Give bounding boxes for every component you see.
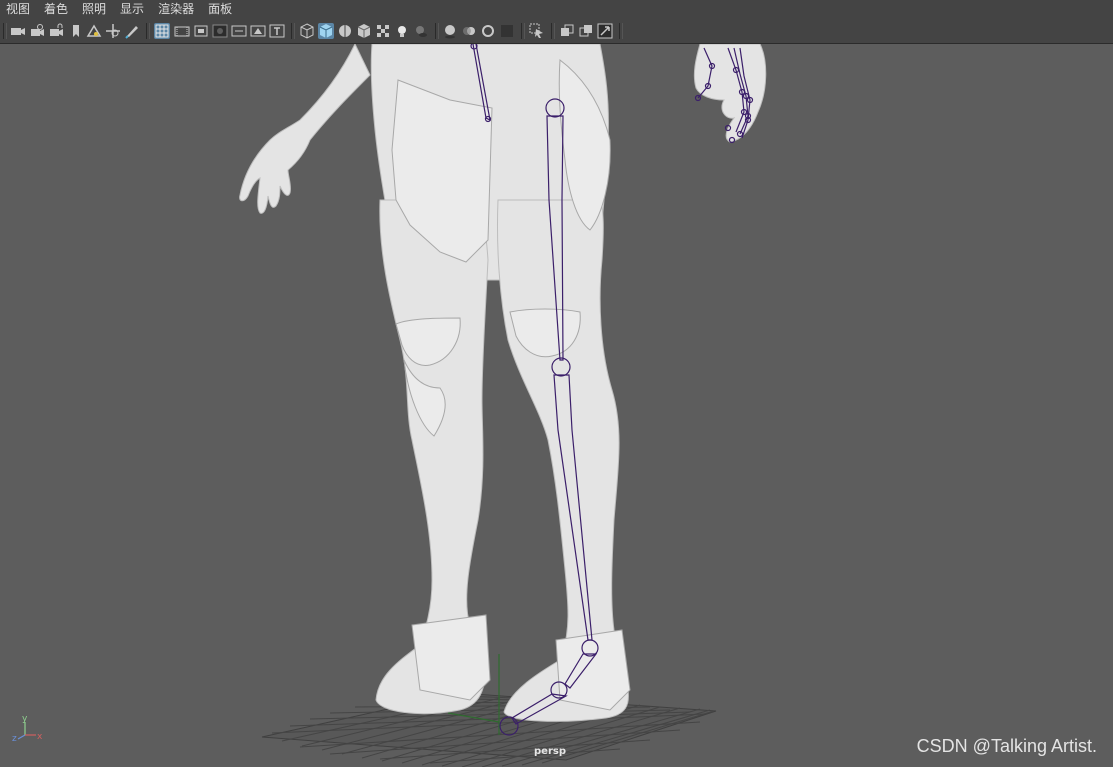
model-boot-right [555, 629, 631, 711]
2d-pan-zoom-icon[interactable] [105, 23, 121, 39]
xray-joints-icon[interactable] [578, 23, 594, 39]
axis-label-x: x [37, 732, 43, 742]
model-boot-left [411, 614, 491, 701]
viewport-scene[interactable]: y x z [0, 44, 1113, 767]
menu-shading[interactable]: 着色 [37, 0, 75, 19]
default-material-icon[interactable] [356, 23, 372, 39]
toolbar-separator [521, 23, 525, 39]
camera-lock-icon[interactable] [49, 23, 65, 39]
model-left-arm [239, 44, 371, 214]
toolbar-separator [551, 23, 555, 39]
panel-toolbar [0, 19, 1113, 44]
toolbar-separator [619, 23, 623, 39]
menu-panels[interactable]: 面板 [201, 0, 239, 19]
watermark: CSDN @Talking Artist. [916, 736, 1097, 756]
perspective-viewport[interactable]: y x z persp CSDN @Talking Artist. [0, 44, 1113, 767]
axis-label-z: z [12, 734, 17, 744]
screen-space-ao-icon[interactable] [442, 23, 458, 39]
grid-icon[interactable] [154, 23, 170, 39]
depth-of-field-icon[interactable] [499, 23, 515, 39]
motion-blur-icon[interactable] [461, 23, 477, 39]
camera-label: persp [534, 746, 566, 757]
anti-aliasing-icon[interactable] [480, 23, 496, 39]
ground-grid [261, 692, 717, 767]
menu-show[interactable]: 显示 [113, 0, 151, 19]
character-model[interactable] [239, 44, 767, 722]
film-gate-icon[interactable] [174, 23, 190, 39]
image-plane-icon[interactable] [86, 23, 102, 39]
select-camera-icon[interactable] [10, 23, 26, 39]
grease-pencil-icon[interactable] [124, 23, 140, 39]
toolbar-separator [146, 23, 150, 39]
menu-lighting[interactable]: 照明 [75, 0, 113, 19]
wireframe-icon[interactable] [299, 23, 315, 39]
toolbar-separator [435, 23, 439, 39]
menu-renderer[interactable]: 渲染器 [151, 0, 201, 19]
xray-icon[interactable] [559, 23, 575, 39]
gate-mask-icon[interactable] [212, 23, 228, 39]
wireframe-on-shaded-icon[interactable] [337, 23, 353, 39]
lights-icon[interactable] [394, 23, 410, 39]
isolate-select-icon[interactable] [529, 23, 545, 39]
toolbar-separator [291, 23, 295, 39]
menu-view[interactable]: 视图 [0, 0, 37, 19]
camera-attributes-icon[interactable] [30, 23, 46, 39]
toolbar-separator [3, 23, 7, 39]
shadows-icon[interactable] [413, 23, 429, 39]
smooth-shade-icon[interactable] [318, 23, 334, 39]
safe-title-icon[interactable] [269, 23, 285, 39]
axis-gizmo [17, 722, 36, 740]
bookmark-icon[interactable] [68, 23, 84, 39]
resolution-gate-icon[interactable] [193, 23, 209, 39]
textured-icon[interactable] [375, 23, 391, 39]
field-chart-icon[interactable] [231, 23, 247, 39]
axis-label-y: y [22, 714, 28, 724]
viewport-menubar: 视图 着色 照明 显示 渲染器 面板 [0, 0, 1113, 19]
xray-active-components-icon[interactable] [597, 23, 613, 39]
safe-action-icon[interactable] [250, 23, 266, 39]
